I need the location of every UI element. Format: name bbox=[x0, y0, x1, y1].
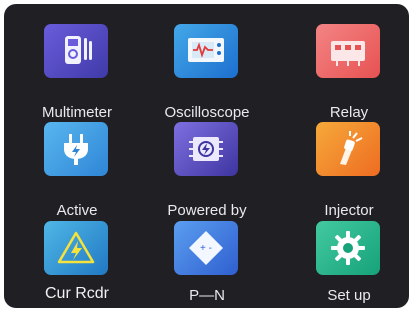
injector-label: Injector bbox=[324, 202, 374, 219]
active-button[interactable]: Active bbox=[17, 122, 137, 219]
cur-rcdr-label: Cur Rcdr bbox=[44, 285, 109, 302]
powered-by-label: Powered by bbox=[167, 202, 247, 219]
pn-button[interactable]: + - P—N bbox=[147, 221, 267, 308]
setup-label: Set up bbox=[327, 287, 371, 304]
multimeter-label: Multimeter bbox=[41, 104, 112, 121]
relay-label: Relay bbox=[329, 104, 369, 121]
warning-bolt-icon bbox=[44, 221, 108, 275]
oscilloscope-label: Oscilloscope bbox=[164, 104, 250, 121]
main-menu-screen: Multimeter Oscilloscope Relay Active Pow… bbox=[4, 4, 409, 308]
cur-rcdr-button[interactable]: Cur Rcdr bbox=[17, 221, 137, 308]
power-chip-icon bbox=[174, 122, 238, 176]
pn-label: P—N bbox=[189, 287, 225, 304]
setup-button[interactable]: Set up bbox=[289, 221, 409, 308]
pn-diode-icon: + - bbox=[174, 221, 238, 275]
powered-by-button[interactable]: Powered by bbox=[147, 122, 267, 219]
gear-icon bbox=[316, 221, 380, 275]
plug-icon bbox=[44, 122, 108, 176]
multimeter-button[interactable]: Multimeter bbox=[17, 24, 137, 121]
relay-icon bbox=[316, 24, 380, 78]
multimeter-icon bbox=[44, 24, 108, 78]
injector-icon bbox=[316, 122, 380, 176]
active-label: Active bbox=[56, 202, 98, 219]
oscilloscope-button[interactable]: Oscilloscope bbox=[147, 24, 267, 121]
relay-button[interactable]: Relay bbox=[289, 24, 409, 121]
injector-button[interactable]: Injector bbox=[289, 122, 409, 219]
oscilloscope-icon bbox=[174, 24, 238, 78]
svg-text:+ -: + - bbox=[200, 243, 212, 254]
